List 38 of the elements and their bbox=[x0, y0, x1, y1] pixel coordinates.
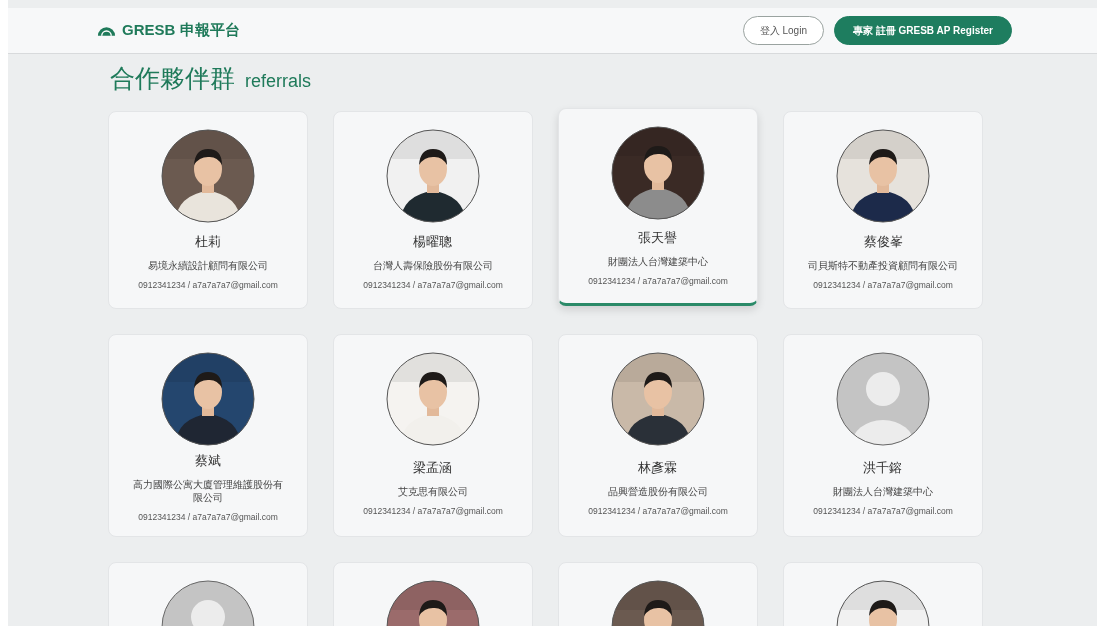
contact-info: 0912341234 / a7a7a7a7@gmail.com bbox=[588, 276, 728, 286]
partner-card[interactable]: 梁孟涵 艾克思有限公司 0912341234 / a7a7a7a7@gmail.com bbox=[333, 334, 533, 537]
page-title: 合作夥伴群 bbox=[110, 63, 235, 94]
partner-name: 張天譽 bbox=[638, 229, 678, 247]
contact-info: 0912341234 / a7a7a7a7@gmail.com bbox=[588, 505, 728, 516]
company-name: 易境永續設計顧問有限公司 bbox=[148, 259, 268, 272]
contact-info: 0912341234 / a7a7a7a7@gmail.com bbox=[138, 512, 278, 522]
brand-name[interactable]: GRESB 申報平台 bbox=[122, 21, 240, 40]
partner-name: 杜莉 bbox=[195, 233, 221, 251]
contact-info: 0912341234 / a7a7a7a7@gmail.com bbox=[813, 280, 953, 290]
company-name: 高力國際公寓大廈管理維護股份有限公司 bbox=[132, 478, 284, 504]
contact-info: 0912341234 / a7a7a7a7@gmail.com bbox=[363, 505, 503, 516]
partner-name: 蔡斌 bbox=[195, 452, 221, 470]
company-name: 艾克思有限公司 bbox=[398, 484, 468, 498]
company-name: 台灣人壽保險股份有限公司 bbox=[373, 259, 493, 272]
company-name: 財團法人台灣建築中心 bbox=[608, 255, 708, 268]
partner-card[interactable]: 楊曜聰 台灣人壽保險股份有限公司 0912341234 / a7a7a7a7@gmail.com bbox=[333, 111, 533, 309]
partner-card[interactable]: 張天譽 財團法人台灣建築中心 0912341234 / a7a7a7a7@gmail.com bbox=[558, 108, 758, 306]
contact-info: 0912341234 / a7a7a7a7@gmail.com bbox=[363, 280, 503, 290]
partner-card[interactable]: 洪千鎔 財團法人台灣建築中心 0912341234 / a7a7a7a7@gmail.com bbox=[783, 334, 983, 537]
partner-name: 林彥霖 bbox=[638, 458, 678, 477]
login-button[interactable]: 登入 Login bbox=[742, 16, 824, 45]
partner-name: 梁孟涵 bbox=[413, 458, 453, 477]
partner-name: 蔡俊峯 bbox=[863, 233, 903, 251]
contact-info: 0912341234 / a7a7a7a7@gmail.com bbox=[813, 505, 953, 516]
contact-info: 0912341234 / a7a7a7a7@gmail.com bbox=[138, 280, 278, 290]
partner-card[interactable]: 蔡俊峯 司貝斯特不動產投資顧問有限公司 0912341234 / a7a7a7a7@gmail.com bbox=[783, 111, 983, 309]
register-button[interactable]: 專家 註冊 GRESB AP Register bbox=[833, 16, 1012, 45]
partner-card[interactable]: 杜莉 易境永續設計顧問有限公司 0912341234 / a7a7a7a7@gmail.com bbox=[108, 111, 308, 309]
company-name: 司貝斯特不動產投資顧問有限公司 bbox=[808, 259, 958, 272]
partner-name: 楊曜聰 bbox=[413, 233, 453, 251]
partner-card[interactable]: 蔡斌 高力國際公寓大廈管理維護股份有限公司 0912341234 / a7a7a7a7@gmail.com bbox=[108, 334, 308, 537]
logo-icon bbox=[97, 24, 116, 37]
partner-card[interactable]: 林彥霖 品興營造股份有限公司 0912341234 / a7a7a7a7@gmail.com bbox=[558, 334, 758, 537]
company-name: 財團法人台灣建築中心 bbox=[833, 484, 933, 498]
company-name: 品興營造股份有限公司 bbox=[608, 484, 708, 498]
page-subtitle: referrals bbox=[245, 71, 311, 92]
partner-name: 洪千鎔 bbox=[863, 458, 903, 477]
